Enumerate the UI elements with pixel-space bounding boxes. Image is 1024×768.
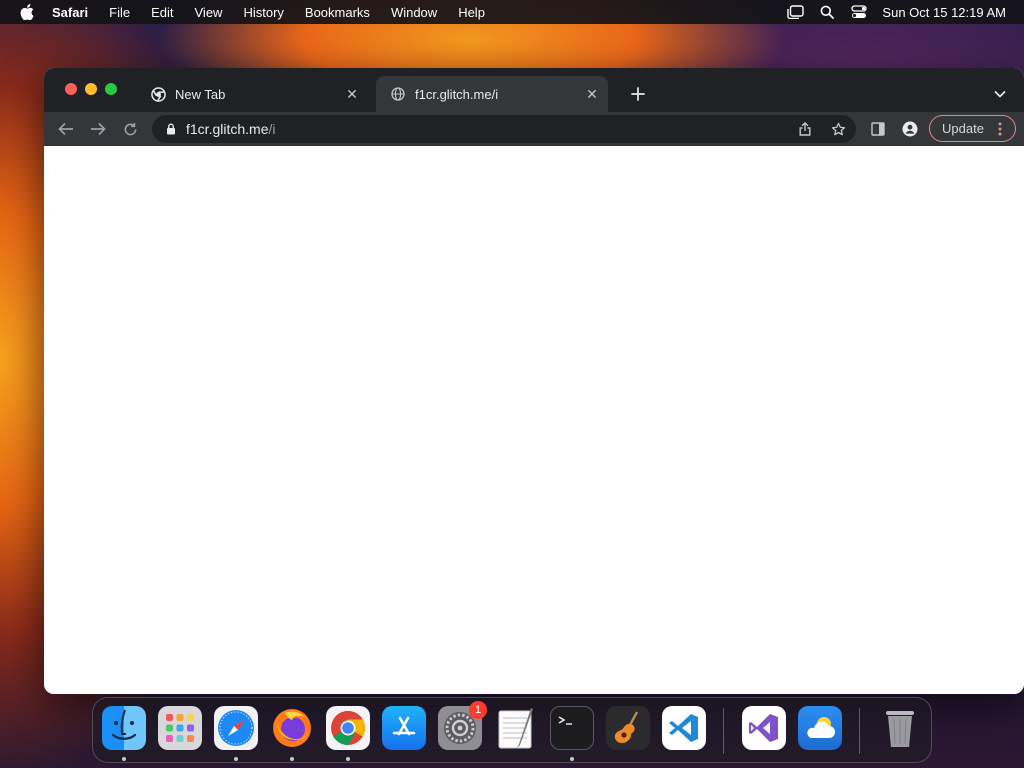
running-indicator [570,757,574,761]
app-store-icon[interactable] [382,706,426,750]
page-content[interactable] [44,146,1024,694]
share-icon[interactable] [793,117,817,141]
menu-window[interactable]: Window [391,5,437,20]
running-indicator [346,757,350,761]
url-path: /i [268,121,276,137]
url-host: f1cr.glitch.me [186,121,269,137]
menu-history[interactable]: History [243,5,283,20]
launchpad-icon[interactable] [158,706,202,750]
tab-strip: New Tab ✕ f1cr.glitch.me/i ✕ [44,68,1024,112]
side-panel-icon[interactable] [866,117,890,141]
profile-avatar-icon[interactable] [898,117,922,141]
update-label: Update [942,121,984,136]
terminal-icon[interactable] [550,706,594,750]
forward-arrow-icon[interactable] [86,117,110,141]
spotlight-search-icon[interactable] [818,3,836,21]
tab-title: New Tab [175,86,226,102]
update-button[interactable]: Update [929,115,1016,142]
tab-close-icon[interactable]: ✕ [342,84,362,104]
control-center-icon[interactable] [850,3,868,21]
finder-icon[interactable] [102,706,146,750]
tab-search-chevron-icon[interactable] [988,82,1012,106]
firefox-icon[interactable] [270,706,314,750]
weather-icon[interactable] [798,706,842,750]
menu-file[interactable]: File [109,5,130,20]
garageband-icon[interactable] [606,706,650,750]
running-indicator [290,757,294,761]
stage-manager-icon[interactable] [786,3,805,21]
more-menu-icon[interactable] [993,121,1007,137]
tab-close-icon[interactable]: ✕ [582,84,602,104]
window-close-button[interactable] [65,83,77,95]
safari-icon[interactable] [214,706,258,750]
tab-title: f1cr.glitch.me/i [415,86,499,102]
menu-app-name[interactable]: Safari [52,5,88,20]
textedit-icon[interactable] [494,706,538,750]
address-bar[interactable]: f1cr.glitch.me /i [152,115,856,143]
running-indicator [122,757,126,761]
menu-view[interactable]: View [195,5,223,20]
menu-bookmarks[interactable]: Bookmarks [305,5,370,20]
tab-active[interactable]: f1cr.glitch.me/i ✕ [376,76,608,112]
lock-icon[interactable] [164,122,178,136]
bookmark-star-icon[interactable] [826,117,850,141]
menu-bar: Safari File Edit View History Bookmarks … [0,0,1024,24]
window-minimize-button[interactable] [85,83,97,95]
browser-toolbar: f1cr.glitch.me /i Update [44,112,1024,146]
browser-window: New Tab ✕ f1cr.glitch.me/i ✕ f1cr.glitch… [44,68,1024,694]
reload-icon[interactable] [118,117,142,141]
tab-new-tab[interactable]: New Tab ✕ [136,76,368,112]
vscode-icon[interactable] [662,706,706,750]
chrome-icon[interactable] [326,706,370,750]
visual-studio-icon[interactable] [742,706,786,750]
dock-separator [859,708,860,754]
menu-edit[interactable]: Edit [151,5,173,20]
dock: 1 [92,697,932,763]
trash-icon[interactable] [878,706,922,750]
window-zoom-button[interactable] [105,83,117,95]
back-arrow-icon[interactable] [54,117,78,141]
dock-separator [723,708,724,754]
new-tab-plus-icon[interactable] [626,82,650,106]
notification-badge: 1 [469,701,487,719]
running-indicator [234,757,238,761]
menu-help[interactable]: Help [458,5,485,20]
apple-menu-icon[interactable] [18,3,36,21]
menu-clock[interactable]: Sun Oct 15 12:19 AM [882,5,1006,20]
chrome-icon [150,86,166,102]
globe-icon [390,86,406,102]
